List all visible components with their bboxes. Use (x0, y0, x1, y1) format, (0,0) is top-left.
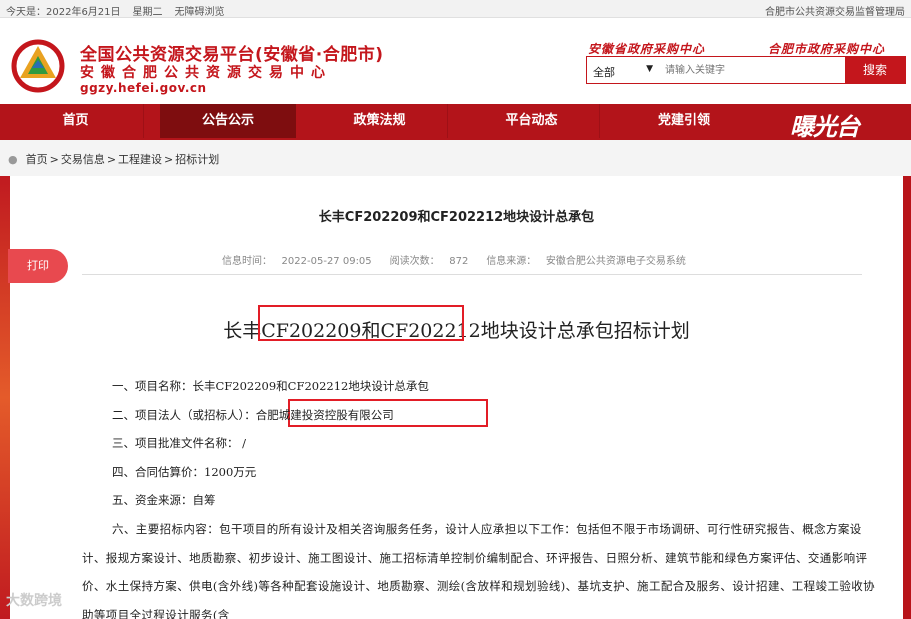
search-scope-select[interactable]: 全部 ▼ (587, 57, 659, 83)
decorative-side-right (903, 176, 911, 619)
body-line-funding: 五、资金来源：自筹 (112, 493, 216, 508)
breadcrumb-separator-icon: > (49, 152, 59, 166)
breadcrumb-separator-icon: > (106, 152, 117, 166)
exposure-platform-logo[interactable]: 曝光台 (790, 107, 860, 142)
chevron-down-icon: ▼ (646, 64, 653, 74)
site-subtitle: 安徽合肥公共资源交易中心 (80, 65, 332, 81)
meta-time-label: 信息时间： (222, 256, 272, 267)
watermark: 大数跨境 (6, 593, 62, 609)
nav-item-home[interactable]: 首页 (8, 104, 144, 138)
highlight-box-plot-numbers (258, 305, 464, 341)
city-procurement-link[interactable]: 合肥市政府采购中心 (768, 40, 885, 57)
meta-views-label: 阅读次数： (389, 256, 440, 267)
body-line-project-name: 一、项目名称：长丰CF202209和CF202212地块设计总承包 (112, 379, 429, 393)
body-line-contract-price: 四、合同估算价：1200万元 (112, 464, 257, 479)
body-line-approval-doc: 三、项目批准文件名称： / (112, 436, 247, 451)
breadcrumb: ● 首页 > 交易信息 > 工程建设 > 招标计划 (0, 140, 911, 176)
meta-source-label: 信息来源： (486, 256, 537, 267)
meta-divider (82, 274, 862, 275)
breadcrumb-tender-plan[interactable]: 招标计划 (175, 151, 219, 167)
print-button[interactable]: 打印 (8, 249, 68, 283)
nav-item-platform-news[interactable]: 平台动态 (464, 104, 600, 138)
site-url: ggzy.hefei.gov.cn (80, 81, 207, 95)
article-panel: 长丰CF202209和CF202212地块设计总承包 信息时间： 2022-05… (8, 176, 903, 619)
search-scope-value: 全部 (593, 66, 615, 79)
meta-source: 安徽合肥公共资源电子交易系统 (545, 256, 686, 267)
document-body: 一、项目名称：长丰CF202209和CF202212地块设计总承包 二、项目法人… (82, 372, 882, 619)
nav-item-policies[interactable]: 政策法规 (312, 104, 448, 138)
breadcrumb-construction[interactable]: 工程建设 (118, 151, 162, 167)
search-bar: 全部 ▼ 搜索 (586, 56, 906, 84)
decorative-side-left (0, 176, 10, 619)
supervision-bureau-link[interactable]: 合肥市公共资源交易监督管理局 (765, 7, 905, 18)
top-utility-bar: 今天是：2022年6月21日 星期二 无障碍浏览 合肥市公共资源交易监督管理局 (0, 0, 911, 18)
body-paragraph-text: 六、主要招标内容：包干项目的所有设计及相关咨询服务任务，设计人应承担以下工作：包… (82, 521, 876, 619)
breadcrumb-home[interactable]: 首页 (26, 151, 48, 167)
article-meta: 信息时间： 2022-05-27 09:05 阅读次数： 872 信息来源： 安… (222, 252, 686, 267)
breadcrumb-trading-info[interactable]: 交易信息 (61, 151, 105, 167)
main-nav: 首页 公告公示 政策法规 平台动态 党建引领 曝光台 (0, 104, 911, 142)
site-logo-icon[interactable] (10, 38, 66, 94)
breadcrumb-separator-icon: > (164, 152, 174, 166)
body-paragraph-scope: 六、主要招标内容：包干项目的所有设计及相关咨询服务任务，设计人应承担以下工作：包… (82, 515, 882, 619)
site-header: 全国公共资源交易平台(安徽省·合肥市) 安徽合肥公共资源交易中心 ggzy.he… (0, 18, 911, 104)
nav-item-party-building[interactable]: 党建引领 (616, 104, 752, 138)
meta-time: 2022-05-27 09:05 (281, 256, 372, 267)
meta-views: 872 (449, 256, 469, 267)
accessibility-link[interactable]: 无障碍浏览 (175, 3, 225, 18)
province-procurement-link[interactable]: 安徽省政府采购中心 (588, 40, 705, 57)
search-button[interactable]: 搜索 (845, 57, 905, 83)
article-title: 长丰CF202209和CF202212地块设计总承包 (318, 210, 595, 225)
location-pin-icon: ● (8, 152, 18, 166)
current-weekday: 星期二 (132, 7, 163, 18)
current-date: 今天是：2022年6月21日 (6, 7, 121, 18)
search-input[interactable] (661, 59, 841, 81)
nav-item-announcements[interactable]: 公告公示 (160, 104, 296, 138)
body-line-tenderer: 二、项目法人（或招标人）：合肥城建投资控股有限公司 (112, 407, 394, 422)
